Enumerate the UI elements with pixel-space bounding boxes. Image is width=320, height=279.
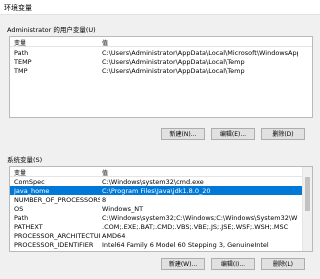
list-item[interactable]: PROCESSOR_IDENTIFIER Intel64 Family 6 Mo…	[10, 240, 312, 249]
variable-name: TMP	[14, 67, 28, 75]
list-item[interactable]: PROCESSOR_ARCHITECTURE AMD64	[10, 231, 312, 240]
variable-value: C:\Program Files\Java\jdk1.8.0_20	[102, 187, 211, 195]
variable-value: C:\Users\Administrator\AppData\Local\Mic…	[102, 49, 298, 57]
title-bar: 环境变量	[0, 0, 320, 15]
variable-name: NUMBER_OF_PROCESSORS	[14, 196, 100, 204]
system-delete-button[interactable]: 删除(L)	[261, 258, 305, 270]
variable-name: Java_home	[14, 187, 50, 195]
column-header-variable[interactable]: 变量	[14, 38, 26, 47]
list-item[interactable]: Path C:\Windows\system32;C:\Windows;C:\W…	[10, 213, 312, 222]
variable-value: C:\Users\Administrator\AppData\Local\Tem…	[102, 58, 245, 66]
vertical-scroll-thumb[interactable]	[305, 177, 310, 211]
list-item[interactable]: Path C:\Users\Administrator\AppData\Loca…	[10, 48, 312, 57]
user-variables-label: Administrator 的用户变量(U)	[7, 26, 96, 34]
variable-name: ComSpec	[14, 178, 45, 186]
column-header-value[interactable]: 值	[102, 38, 108, 47]
column-header-value[interactable]: 值	[102, 168, 108, 177]
user-variables-list[interactable]: 变量 值 Path C:\Users\Administrator\AppData…	[9, 36, 313, 118]
user-edit-button[interactable]: 编辑(E)...	[211, 128, 255, 140]
variable-value: C:\Windows\system32;C:\Windows;C:\Window…	[102, 214, 298, 222]
variable-value: Windows_NT	[102, 205, 144, 213]
vertical-scrollbar[interactable]	[302, 167, 312, 251]
list-item[interactable]: OS Windows_NT	[10, 204, 312, 213]
list-item[interactable]: NUMBER_OF_PROCESSORS 8	[10, 195, 312, 204]
user-new-button[interactable]: 新建(N)...	[161, 128, 205, 140]
list-item[interactable]: TMP C:\Users\Administrator\AppData\Local…	[10, 66, 312, 75]
variable-name: Path	[14, 49, 29, 57]
user-variables-header: 变量 值	[10, 37, 312, 47]
system-edit-button[interactable]: 编辑(I)...	[211, 258, 255, 270]
variable-name: PATHEXT	[14, 223, 43, 231]
variable-value: C:\Windows\system32\cmd.exe	[102, 178, 204, 186]
system-variables-label: 系统变量(S)	[7, 156, 43, 164]
window-title: 环境变量	[4, 4, 32, 12]
variable-name: PROCESSOR_ARCHITECTURE	[14, 232, 100, 240]
user-delete-button[interactable]: 删除(D)	[261, 128, 305, 140]
list-item[interactable]: TEMP C:\Users\Administrator\AppData\Loca…	[10, 57, 312, 66]
variable-name: Path	[14, 214, 29, 222]
variable-value: 8	[102, 196, 107, 204]
list-item[interactable]: ComSpec C:\Windows\system32\cmd.exe	[10, 177, 312, 186]
variable-value: Intel64 Family 6 Model 60 Stepping 3, Ge…	[102, 241, 269, 249]
system-new-button[interactable]: 新建(W)...	[161, 258, 205, 270]
variable-value: C:\Users\Administrator\AppData\Local\Tem…	[102, 67, 245, 75]
list-item[interactable]: PATHEXT .COM;.EXE;.BAT;.CMD;.VBS;.VBE;.J…	[10, 222, 312, 231]
list-item-selected[interactable]: Java_home C:\Program Files\Java\jdk1.8.0…	[10, 186, 312, 195]
system-variables-list[interactable]: 变量 值 ComSpec C:\Windows\system32\cmd.exe…	[9, 166, 313, 252]
variable-name: OS	[14, 205, 24, 213]
variable-value: .COM;.EXE;.BAT;.CMD;.VBS;.VBE;.JS;.JSE;.…	[102, 223, 289, 231]
system-variables-header: 变量 值	[10, 167, 312, 177]
variable-value: AMD64	[102, 232, 126, 240]
column-header-variable[interactable]: 变量	[14, 168, 26, 177]
variable-name: TEMP	[14, 58, 32, 66]
variable-name: PROCESSOR_IDENTIFIER	[14, 241, 94, 249]
